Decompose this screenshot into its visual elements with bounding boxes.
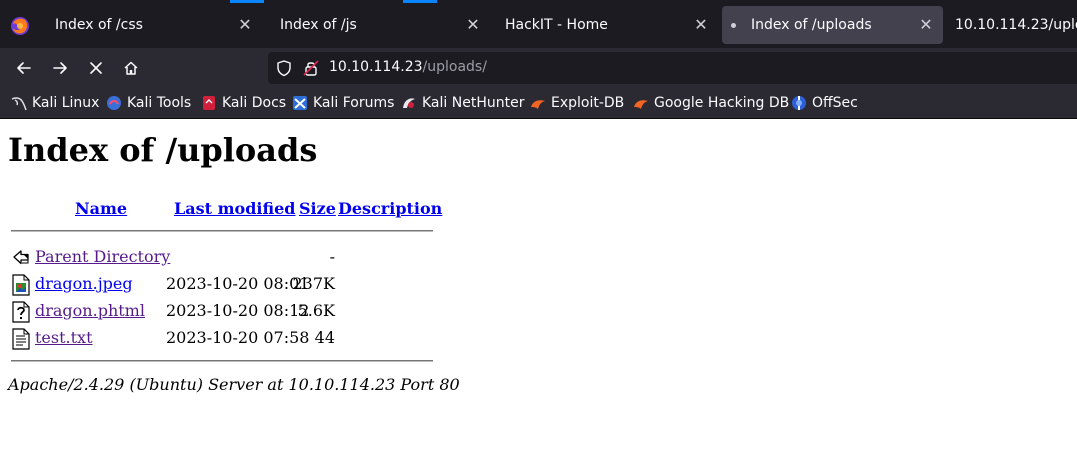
- forward-button[interactable]: [46, 54, 74, 82]
- navigation-toolbar: 10.10.114.23/uploads/: [0, 48, 1077, 88]
- kali-nethunter-icon: [401, 95, 417, 111]
- tab-title: Index of /css: [55, 17, 143, 33]
- sort-by-name-link[interactable]: Name: [75, 199, 127, 218]
- file-size: 237K: [292, 274, 336, 293]
- page-title: Index of /uploads: [8, 131, 318, 169]
- firefox-menu-icon[interactable]: [7, 13, 33, 39]
- sort-by-last-modified-link[interactable]: Last modified: [174, 199, 295, 218]
- table-row: test.txt 2023-10-20 07:58 44: [0, 326, 440, 350]
- bookmark-label: Kali Docs: [222, 95, 287, 111]
- bookmark-label: Kali Tools: [127, 95, 192, 111]
- bookmark-offsec[interactable]: OffSec: [791, 94, 858, 112]
- ghdb-icon: [633, 95, 649, 111]
- exploit-db-icon: [530, 95, 546, 111]
- insecure-lock-icon[interactable]: [302, 59, 320, 77]
- table-row: dragon.jpeg 2023-10-20 08:01 237K: [0, 272, 440, 296]
- bookmark-label: Kali NetHunter: [422, 95, 525, 111]
- tab-loading-indicator: [403, 0, 437, 3]
- bookmark-kali-forums[interactable]: Kali Forums: [292, 94, 394, 112]
- table-divider: [11, 230, 433, 232]
- back-arrow-icon: [13, 250, 29, 265]
- file-link-dragon-phtml[interactable]: dragon.phtml: [35, 301, 145, 320]
- bookmark-kali-nethunter[interactable]: Kali NetHunter: [401, 94, 524, 112]
- file-link-dragon-jpeg[interactable]: dragon.jpeg: [35, 274, 133, 293]
- bookmark-label: Kali Forums: [313, 95, 395, 111]
- bookmark-label: Google Hacking DB: [654, 95, 790, 111]
- close-icon[interactable]: ✕: [693, 17, 709, 33]
- tab-title: Index of /js: [280, 17, 357, 33]
- loading-dot-icon: [731, 22, 736, 28]
- bookmark-label: Kali Linux: [32, 95, 100, 111]
- back-button[interactable]: [10, 54, 38, 82]
- tab-js[interactable]: Index of /js ✕: [265, 6, 490, 44]
- kali-dragon-icon: [11, 95, 27, 111]
- server-signature: Apache/2.4.29 (Ubuntu) Server at 10.10.1…: [8, 375, 460, 394]
- stop-button[interactable]: [82, 54, 110, 82]
- file-size: -: [329, 247, 335, 266]
- tab-title: HackIT - Home: [505, 17, 608, 33]
- file-size: 44: [314, 328, 335, 347]
- home-icon: [124, 61, 138, 75]
- sort-by-description-link[interactable]: Description: [338, 199, 442, 218]
- bookmark-label: Exploit-DB: [551, 95, 625, 111]
- close-icon[interactable]: ✕: [237, 17, 253, 33]
- image-file-icon: [12, 274, 30, 296]
- tab-css[interactable]: Index of /css ✕: [40, 6, 262, 44]
- kali-forums-icon: [292, 95, 308, 111]
- url-host: 10.10.114.23: [329, 59, 423, 75]
- page-content: Index of /uploads Name Last modified Siz…: [0, 119, 1077, 460]
- table-row: Parent Directory -: [0, 245, 440, 269]
- url-path: /uploads/: [422, 59, 487, 75]
- close-icon[interactable]: ✕: [465, 17, 481, 33]
- url-text[interactable]: 10.10.114.23/uploads/: [329, 59, 487, 75]
- text-file-icon: [12, 328, 30, 350]
- table-row: dragon.phtml 2023-10-20 08:12 5.6K: [0, 299, 440, 323]
- tab-uploads[interactable]: Index of /uploads ✕: [722, 6, 943, 44]
- url-bar[interactable]: 10.10.114.23/uploads/: [268, 52, 1077, 84]
- bookmark-exploit-db[interactable]: Exploit-DB: [530, 94, 624, 112]
- kali-docs-icon: [201, 95, 217, 111]
- bookmark-google-hacking-db[interactable]: Google Hacking DB: [633, 94, 789, 112]
- tab-title: 10.10.114.23/uploads/: [955, 17, 1077, 33]
- bookmarks-toolbar: Kali Linux Kali Tools Kali Docs Kali For…: [0, 88, 1077, 119]
- tab-hackit-home[interactable]: HackIT - Home ✕: [490, 6, 718, 44]
- table-divider: [11, 360, 433, 362]
- file-size: 5.6K: [297, 301, 335, 320]
- unknown-file-icon: [12, 301, 30, 323]
- file-date: 2023-10-20 07:58: [166, 328, 310, 347]
- bookmark-kali-linux[interactable]: Kali Linux: [11, 94, 99, 112]
- file-date: 2023-10-20 08:12: [166, 301, 310, 320]
- tab-strip: Index of /css ✕ Index of /js ✕ HackIT - …: [0, 0, 1077, 48]
- tracking-protection-shield-icon[interactable]: [275, 59, 293, 77]
- tab-uploads-url[interactable]: 10.10.114.23/uploads/: [946, 6, 1077, 44]
- bookmark-kali-docs[interactable]: Kali Docs: [201, 94, 286, 112]
- close-icon[interactable]: ✕: [918, 17, 934, 33]
- sort-by-size-link[interactable]: Size: [299, 199, 336, 218]
- forward-arrow-icon: [53, 62, 67, 74]
- offsec-icon: [791, 95, 807, 111]
- file-link-parent-directory[interactable]: Parent Directory: [35, 247, 170, 266]
- kali-tools-icon: [106, 95, 122, 111]
- back-arrow-icon: [17, 62, 31, 74]
- bookmark-label: OffSec: [812, 95, 858, 111]
- tab-loading-indicator: [230, 0, 264, 3]
- stop-x-icon: [90, 62, 102, 74]
- tab-title: Index of /uploads: [751, 17, 872, 33]
- file-link-test-txt[interactable]: test.txt: [35, 328, 93, 347]
- home-button[interactable]: [117, 54, 145, 82]
- bookmark-kali-tools[interactable]: Kali Tools: [106, 94, 191, 112]
- file-date: 2023-10-20 08:01: [166, 274, 310, 293]
